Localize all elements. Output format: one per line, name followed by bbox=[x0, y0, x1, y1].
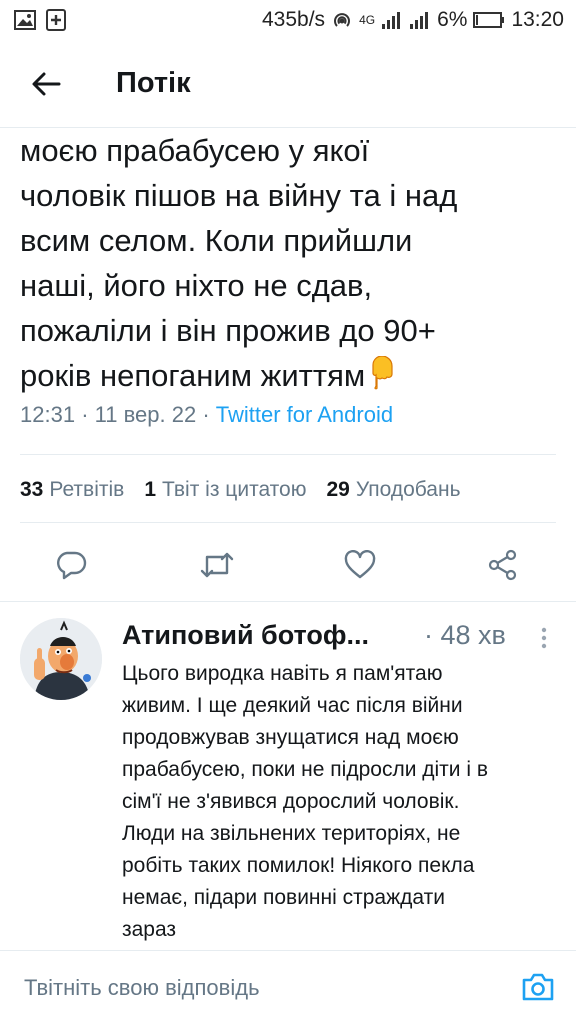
tweet-text-line: моєю прабабусею у якої bbox=[20, 133, 370, 168]
tweet-stats: 33 Ретвітів 1 Твіт із цитатою 29 Уподобань bbox=[20, 478, 481, 502]
divider bbox=[20, 454, 556, 455]
reply-text-line: сім'ї не з'явився дорослий чоловік. bbox=[122, 790, 460, 813]
tweet-meta: 12:31 · 11 вер. 22 · Twitter for Android bbox=[20, 402, 393, 428]
retweets-label: Ретвітів bbox=[49, 478, 125, 501]
tweet-text-line: всим селом. Коли прийшли bbox=[20, 223, 413, 258]
tweet-source-link[interactable]: Twitter for Android bbox=[216, 402, 393, 427]
arrow-left-icon bbox=[32, 72, 61, 95]
add-notification-icon bbox=[46, 9, 66, 31]
retweet-button[interactable] bbox=[190, 538, 244, 592]
signal-icon-2 bbox=[409, 10, 431, 30]
more-vertical-icon bbox=[541, 627, 547, 649]
quotes-label: Твіт із цитатою bbox=[162, 478, 307, 501]
camera-button[interactable] bbox=[518, 967, 558, 1007]
status-bar-right: 435b/s 4G 6% 13:20 bbox=[262, 8, 564, 32]
reply-text-line: Цього виродка навіть я пам'ятаю bbox=[122, 662, 443, 685]
pointing-down-emoji-icon bbox=[367, 355, 397, 404]
reply-text-line: Люди на звільнених територіях, не bbox=[122, 822, 461, 845]
likes-count: 29 bbox=[326, 478, 350, 501]
reply-tweet[interactable]: Атиповий ботоф... · 48 хв Цього виродка … bbox=[0, 602, 576, 950]
hotspot-icon bbox=[331, 9, 353, 31]
likes-label: Уподобань bbox=[355, 478, 461, 501]
clock: 13:20 bbox=[511, 8, 564, 31]
tweet-text-line: років непоганим життям bbox=[20, 358, 366, 393]
page-title: Потік bbox=[116, 67, 191, 99]
tweet-date: 11 вер. 22 bbox=[94, 402, 197, 427]
battery-percent: 6% bbox=[437, 8, 468, 31]
reply-button[interactable] bbox=[44, 538, 98, 592]
reply-text-line: робіть таких помилок! Ніякого пекла bbox=[122, 854, 475, 877]
status-bar-left bbox=[14, 9, 66, 31]
like-button[interactable] bbox=[333, 538, 387, 592]
reply-text: Цього виродка навіть я пам'ятаю живим. І… bbox=[122, 658, 562, 946]
meta-separator: · bbox=[81, 402, 95, 427]
tweet-text-line: чоловік пішов на війну та і над bbox=[20, 178, 458, 213]
retweets-stat[interactable]: 33 Ретвітів bbox=[20, 478, 124, 502]
tweet-actions bbox=[0, 538, 576, 592]
tweet-text-line: наші, його ніхто не сдав, bbox=[20, 268, 373, 303]
reply-text-line: зараз bbox=[122, 918, 177, 941]
quotes-count: 1 bbox=[144, 478, 156, 501]
share-icon bbox=[488, 549, 517, 581]
heart-icon bbox=[344, 550, 376, 579]
quotes-stat[interactable]: 1 Твіт із цитатою bbox=[144, 478, 306, 502]
avatar[interactable] bbox=[20, 618, 102, 700]
retweets-count: 33 bbox=[20, 478, 44, 501]
reply-text-line: живим. І ще деякий час після війни bbox=[122, 694, 463, 717]
tweet-text-line: пожаліли і він прожив до 90+ bbox=[20, 313, 436, 348]
tweet-time: 12:31 bbox=[20, 402, 76, 427]
reply-icon bbox=[57, 551, 87, 580]
share-button[interactable] bbox=[476, 538, 530, 592]
retweet-icon bbox=[200, 552, 234, 578]
likes-stat[interactable]: 29 Уподобань bbox=[326, 478, 460, 502]
signal-icon bbox=[381, 10, 403, 30]
reply-input[interactable] bbox=[0, 951, 500, 1024]
reply-author-name[interactable]: Атиповий ботоф... bbox=[122, 620, 369, 651]
more-options-button[interactable] bbox=[532, 624, 556, 652]
status-bar: 435b/s 4G 6% 13:20 bbox=[0, 0, 576, 40]
reply-time: · 48 хв bbox=[424, 620, 506, 650]
camera-icon bbox=[522, 973, 554, 1001]
gallery-notification-icon bbox=[14, 10, 36, 30]
tweet-text-line-last: років непоганим життям bbox=[20, 353, 560, 404]
reply-text-line: прабабусею, поки не підросли діти і в bbox=[122, 758, 489, 781]
reply-text-line: продовжував знущатися над моєю bbox=[122, 726, 459, 749]
tweet-text: моєю прабабусею у якої чоловік пішов на … bbox=[20, 128, 560, 404]
reply-text-line: немає, підари повинні страждати bbox=[122, 886, 445, 909]
top-app-bar: Потік bbox=[0, 40, 576, 128]
back-button[interactable] bbox=[0, 40, 92, 128]
meta-separator: · bbox=[202, 402, 216, 427]
divider bbox=[20, 522, 556, 523]
network-speed: 435b/s bbox=[262, 8, 326, 31]
network-type: 4G bbox=[359, 13, 376, 27]
reply-compose-bar bbox=[0, 950, 576, 1024]
battery-icon bbox=[473, 11, 505, 29]
